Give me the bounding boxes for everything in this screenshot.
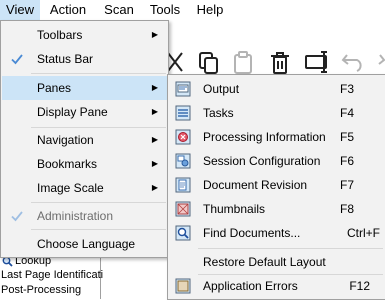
menu-item-label: Image Scale [37, 181, 104, 195]
document-revision-icon [175, 177, 191, 193]
undo-icon[interactable] [341, 51, 365, 73]
menu-item-processing-information[interactable]: Processing Information F5 [169, 125, 384, 149]
shortcut-label: F6 [339, 154, 354, 168]
menu-separator [31, 202, 166, 203]
menu-item-document-revision[interactable]: Document Revision F7 [169, 173, 384, 197]
output-pane-icon [175, 81, 191, 97]
tasks-pane-icon [175, 105, 191, 121]
submenu-arrow-icon: ▶ [151, 135, 158, 144]
menu-view[interactable]: View [0, 0, 40, 20]
menu-item-label: Processing Information [203, 130, 326, 144]
submenu-arrow-icon: ▶ [151, 159, 158, 168]
find-documents-icon [175, 225, 191, 241]
menu-separator [31, 229, 166, 230]
menu-item-choose-language[interactable]: Choose Language [2, 232, 167, 256]
menu-item-bookmarks[interactable]: Bookmarks ▶ [2, 152, 167, 176]
menu-item-toolbars[interactable]: Toolbars ▶ [2, 23, 167, 47]
delete-icon[interactable] [270, 51, 290, 75]
menu-item-label: Find Documents... [203, 226, 301, 240]
menu-item-thumbnails[interactable]: Thumbnails F8 [169, 197, 384, 221]
shortcut-label: F7 [339, 178, 354, 192]
menu-item-status-bar[interactable]: Status Bar [2, 47, 167, 71]
tree-item-post-processing[interactable]: Post-Processing [1, 283, 81, 298]
menu-separator [31, 73, 166, 74]
shortcut-label: F8 [339, 202, 354, 216]
menu-bar: View Action Scan Tools Help [0, 0, 385, 20]
menu-action[interactable]: Action [46, 0, 90, 20]
shortcut-label: Ctrl+F [347, 226, 380, 240]
menu-separator [198, 248, 383, 249]
shortcut-label: F5 [339, 130, 354, 144]
menu-item-tasks[interactable]: Tasks F4 [169, 101, 384, 125]
menu-item-label: Toolbars [37, 28, 83, 42]
menu-item-session-configuration[interactable]: Session Configuration F6 [169, 149, 384, 173]
submenu-arrow-icon: ▶ [151, 107, 158, 116]
menu-item-find-documents[interactable]: Find Documents... Ctrl+F [169, 221, 384, 245]
menu-item-label: Output [203, 82, 240, 96]
shortcut-label: F4 [339, 106, 354, 120]
menu-item-label: Document Revision [203, 178, 308, 192]
checkmark-icon [11, 211, 23, 222]
menu-item-label: Choose Language [37, 237, 136, 251]
menu-item-display-pane[interactable]: Display Pane ▶ [2, 100, 167, 124]
menu-item-label: Status Bar [37, 52, 94, 66]
menu-item-image-scale[interactable]: Image Scale ▶ [2, 176, 167, 200]
checkmark-icon [11, 54, 23, 65]
view-menu: Toolbars ▶ Status Bar Panes ▶ Display Pa… [0, 20, 169, 258]
menu-item-restore-default-layout[interactable]: Restore Default Layout [169, 250, 384, 274]
menu-scan[interactable]: Scan [102, 0, 136, 20]
submenu-arrow-icon: ▶ [151, 83, 158, 92]
menu-item-label: Panes [37, 81, 72, 95]
menu-item-label: Application Errors [203, 279, 298, 293]
session-config-icon [175, 153, 191, 169]
tree-item-last-page-identification[interactable]: Last Page Identificati [1, 268, 103, 283]
rename-icon[interactable] [305, 51, 331, 73]
menu-item-panes[interactable]: Panes ▶ [2, 76, 167, 100]
menu-item-administration: Administration [2, 204, 167, 228]
menu-help[interactable]: Help [193, 0, 227, 20]
copy-icon[interactable] [198, 51, 220, 75]
menu-item-label: Administration [37, 209, 114, 223]
menu-item-label: Bookmarks [37, 157, 98, 171]
menu-item-navigation[interactable]: Navigation ▶ [2, 128, 167, 152]
menu-item-application-errors[interactable]: Application Errors F12 [169, 274, 384, 298]
menu-tools[interactable]: Tools [145, 0, 185, 20]
application-errors-icon [175, 278, 191, 294]
panes-submenu: Output F3 Tasks F4 Processing Informatio… [167, 74, 385, 300]
submenu-arrow-icon: ▶ [151, 183, 158, 192]
shortcut-label: F3 [339, 82, 354, 96]
thumbnails-icon [175, 201, 191, 217]
menu-item-label: Navigation [37, 133, 94, 147]
menu-item-output[interactable]: Output F3 [169, 77, 384, 101]
menu-item-label: Session Configuration [203, 154, 321, 168]
submenu-arrow-icon: ▶ [151, 30, 158, 39]
shortcut-label: F12 [349, 279, 370, 293]
menu-item-label: Restore Default Layout [203, 255, 326, 269]
menu-item-label: Tasks [203, 106, 234, 120]
paste-icon[interactable] [233, 51, 253, 75]
menu-item-label: Thumbnails [203, 202, 266, 216]
redo-icon[interactable] [372, 51, 385, 73]
menu-item-label: Display Pane [37, 105, 108, 119]
processing-info-icon [175, 129, 191, 145]
